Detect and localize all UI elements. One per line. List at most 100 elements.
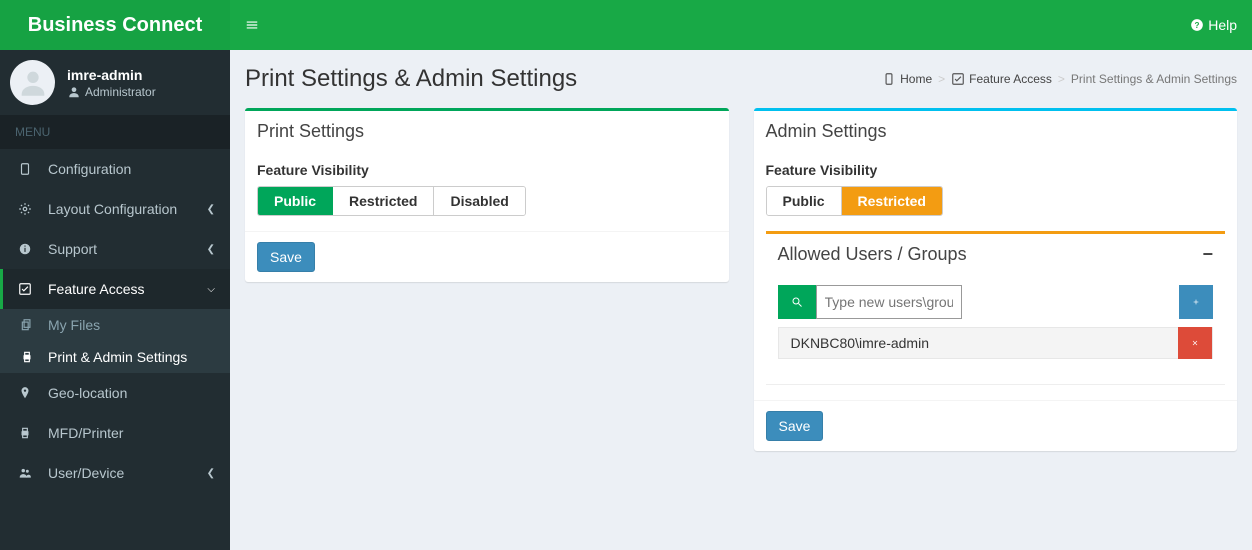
print-fv-label: Feature Visibility <box>257 162 717 178</box>
sidebar-sublink-my-files[interactable]: My Files <box>0 309 230 341</box>
brand-logo[interactable]: Business Connect <box>0 0 230 50</box>
hamburger-icon <box>245 18 259 32</box>
admin-opt-public[interactable]: Public <box>767 187 842 215</box>
sidebar-item-mfd: MFD/Printer <box>0 413 230 453</box>
admin-settings-column: Admin Settings Feature Visibility Public… <box>754 108 1238 471</box>
print-opt-disabled[interactable]: Disabled <box>434 187 524 215</box>
remove-user-button[interactable] <box>1178 327 1212 359</box>
help-label: Help <box>1208 17 1237 33</box>
allowed-user-row: DKNBC80\imre-admin <box>778 327 1214 359</box>
search-icon <box>791 295 803 309</box>
print-icon <box>18 426 38 440</box>
admin-settings-box: Admin Settings Feature Visibility Public… <box>754 108 1238 451</box>
sidebar-label: Layout Configuration <box>48 201 177 217</box>
sidebar-item-configuration: Configuration <box>0 149 230 189</box>
info-icon <box>18 242 38 256</box>
user-search-input[interactable] <box>816 285 962 319</box>
print-settings-title: Print Settings <box>245 111 729 152</box>
sidebar: imre-admin Administrator MENU Configurat… <box>0 50 230 550</box>
user-icon <box>16 66 50 100</box>
breadcrumb: Home > Feature Access > Print Settings &… <box>882 72 1237 86</box>
close-icon <box>1191 336 1199 350</box>
sidebar-item-geolocation: Geo-location <box>0 373 230 413</box>
search-user-button[interactable] <box>778 285 816 319</box>
sidebar-sublabel: My Files <box>48 317 100 333</box>
print-settings-box: Print Settings Feature Visibility Public… <box>245 108 729 282</box>
sidebar-link-layout[interactable]: Layout Configuration ❮ <box>0 189 230 229</box>
user-role-label: Administrator <box>85 85 156 99</box>
svg-text:?: ? <box>1195 21 1200 30</box>
help-icon: ? <box>1190 18 1204 32</box>
sidebar-link-feature-access[interactable]: Feature Access ⌵ <box>0 269 230 309</box>
breadcrumb-current: Print Settings & Admin Settings <box>1071 72 1237 86</box>
sidebar-link-support[interactable]: Support ❮ <box>0 229 230 269</box>
tablet-icon <box>882 72 896 86</box>
sidebar-label: Geo-location <box>48 385 127 401</box>
chevron-left-icon: ❮ <box>207 244 215 255</box>
brand-text: Business Connect <box>28 14 202 37</box>
sidebar-item-layout: Layout Configuration ❮ <box>0 189 230 229</box>
allowed-users-title: Allowed Users / Groups <box>778 244 967 265</box>
print-icon <box>20 350 40 364</box>
check-square-icon <box>18 282 38 296</box>
sidebar-label: Feature Access <box>48 281 145 297</box>
sidebar-link-configuration[interactable]: Configuration <box>0 149 230 189</box>
breadcrumb-sep: > <box>1058 72 1065 86</box>
allowed-user-name: DKNBC80\imre-admin <box>791 335 929 351</box>
print-opt-restricted[interactable]: Restricted <box>333 187 434 215</box>
sidebar-sublabel: Print & Admin Settings <box>48 349 187 365</box>
gear-icon <box>18 202 38 216</box>
content: Print Settings Feature Visibility Public… <box>230 103 1252 486</box>
sidebar-sub-print-admin: Print & Admin Settings <box>0 341 230 373</box>
user-panel: imre-admin Administrator <box>0 50 230 115</box>
sidebar-link-geolocation[interactable]: Geo-location <box>0 373 230 413</box>
sidebar-submenu: My Files Print & Admin Settings <box>0 309 230 373</box>
sidebar-item-feature-access: Feature Access ⌵ My Files Print & Admin … <box>0 269 230 373</box>
allowed-users-header: Allowed Users / Groups − <box>766 234 1226 275</box>
breadcrumb-sep: > <box>938 72 945 86</box>
print-settings-column: Print Settings Feature Visibility Public… <box>245 108 729 302</box>
admin-settings-title: Admin Settings <box>754 111 1238 152</box>
admin-save-button[interactable]: Save <box>766 411 824 441</box>
sidebar-label: Configuration <box>48 161 131 177</box>
plus-icon <box>1192 295 1200 309</box>
top-navbar: ? Help <box>230 0 1252 50</box>
chevron-left-icon: ❮ <box>207 204 215 215</box>
sidebar-menu: Configuration Layout Configuration ❮ Sup… <box>0 149 230 493</box>
sidebar-link-user-device[interactable]: User/Device ❮ <box>0 453 230 493</box>
help-link[interactable]: ? Help <box>1190 17 1237 33</box>
sidebar-toggle[interactable] <box>245 18 259 32</box>
avatar <box>10 60 55 105</box>
sidebar-link-mfd[interactable]: MFD/Printer <box>0 413 230 453</box>
files-icon <box>20 318 40 332</box>
add-user-row <box>778 285 1214 319</box>
print-save-button[interactable]: Save <box>257 242 315 272</box>
add-user-button[interactable] <box>1179 285 1213 319</box>
page-title: Print Settings & Admin Settings <box>245 65 577 93</box>
sidebar-sublink-print-admin[interactable]: Print & Admin Settings <box>0 341 230 373</box>
admin-fv-label: Feature Visibility <box>766 162 1226 178</box>
user-name: imre-admin <box>67 67 156 83</box>
sidebar-label: User/Device <box>48 465 124 481</box>
user-role: Administrator <box>67 85 156 99</box>
print-visibility-group: Public Restricted Disabled <box>257 186 526 216</box>
menu-header: MENU <box>0 115 230 149</box>
tablet-icon <box>18 162 38 176</box>
admin-visibility-group: Public Restricted <box>766 186 943 216</box>
sidebar-item-support: Support ❮ <box>0 229 230 269</box>
user-small-icon <box>67 85 81 99</box>
allowed-users-box: Allowed Users / Groups − <box>766 231 1226 385</box>
sidebar-label: Support <box>48 241 97 257</box>
content-wrapper: Print Settings & Admin Settings Home > F… <box>230 50 1252 550</box>
collapse-toggle[interactable]: − <box>1202 244 1213 265</box>
print-opt-public[interactable]: Public <box>258 187 333 215</box>
breadcrumb-home[interactable]: Home <box>900 72 932 86</box>
breadcrumb-section[interactable]: Feature Access <box>969 72 1052 86</box>
pin-icon <box>18 386 38 400</box>
users-icon <box>18 466 38 480</box>
sidebar-item-user-device: User/Device ❮ <box>0 453 230 493</box>
chevron-left-icon: ❮ <box>207 468 215 479</box>
sidebar-sub-my-files: My Files <box>0 309 230 341</box>
content-header: Print Settings & Admin Settings Home > F… <box>230 50 1252 103</box>
admin-opt-restricted[interactable]: Restricted <box>842 187 942 215</box>
